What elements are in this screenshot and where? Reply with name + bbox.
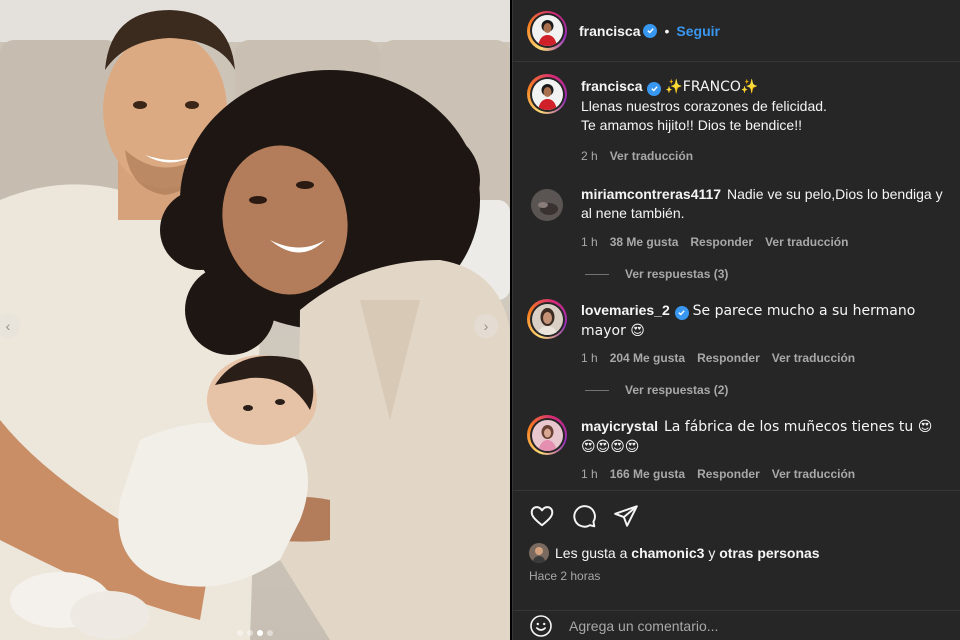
comment-input[interactable]	[569, 617, 949, 634]
add-comment-bar	[513, 610, 960, 640]
comment-item: lovemaries_2 Se parece mucho a su herman…	[513, 299, 960, 365]
caption-line: Llenas nuestros corazones de felicidad.	[581, 98, 827, 114]
translate-link[interactable]: Ver traducción	[772, 351, 855, 365]
comment-time[interactable]: 1 h	[581, 351, 598, 365]
likes-joiner: y	[708, 545, 716, 561]
likes-prefix: Les gusta a	[555, 545, 628, 561]
comment-username[interactable]: mayicrystal	[581, 418, 658, 434]
share-icon[interactable]	[613, 503, 639, 529]
emoji-icon[interactable]	[529, 614, 553, 638]
caption-line: Te amamos hijito!! Dios te bendice!!	[581, 117, 802, 133]
family-photo-illustration	[0, 0, 510, 640]
comment-likes[interactable]: 204 Me gusta	[610, 351, 685, 365]
comments-list: francisca ✨FRANCO✨ Llenas nuestros coraz…	[513, 62, 960, 490]
comment-item: mayicrystal La fábrica de los muñecos ti…	[513, 415, 960, 481]
comment-likes[interactable]: 38 Me gusta	[610, 235, 679, 249]
verified-icon	[643, 23, 658, 38]
comment-username[interactable]: miriamcontreras4117	[581, 186, 721, 202]
carousel-dot-active	[257, 630, 263, 636]
replies-divider	[585, 389, 609, 391]
comment-time[interactable]: 1 h	[581, 467, 598, 481]
view-replies-button[interactable]: Ver respuestas (3)	[585, 267, 960, 281]
view-replies-label: Ver respuestas (2)	[625, 383, 729, 397]
carousel-dot	[237, 630, 243, 636]
caption-time[interactable]: 2 h	[581, 149, 598, 163]
likes-summary: Les gusta a chamonic3 y otras personas	[529, 543, 945, 563]
post-timestamp[interactable]: Hace 2 horas	[529, 569, 945, 583]
view-replies-label: Ver respuestas (3)	[625, 267, 729, 281]
translate-link[interactable]: Ver traducción	[772, 467, 855, 481]
reply-button[interactable]: Responder	[690, 235, 753, 249]
chevron-right-icon: ›	[483, 318, 489, 334]
carousel-next-button[interactable]: ›	[474, 314, 498, 338]
view-replies-button[interactable]: Ver respuestas (2)	[585, 383, 960, 397]
heart-icon[interactable]	[529, 503, 555, 529]
verified-icon	[674, 305, 689, 320]
reply-button[interactable]: Responder	[697, 351, 760, 365]
caption: francisca ✨FRANCO✨ Llenas nuestros coraz…	[513, 74, 960, 163]
comment-username[interactable]: lovemaries_2	[581, 302, 670, 318]
comment-icon[interactable]	[571, 503, 597, 529]
translate-link[interactable]: Ver traducción	[765, 235, 848, 249]
separator-dot: •	[664, 22, 670, 39]
post-actions: Les gusta a chamonic3 y otras personas H…	[513, 490, 960, 583]
commenter-avatar[interactable]	[527, 185, 567, 225]
carousel-dot	[247, 630, 253, 636]
replies-divider	[585, 273, 609, 275]
liker-username[interactable]: chamonic3	[631, 545, 704, 561]
author-avatar[interactable]	[527, 10, 567, 51]
comment-item: miriamcontreras4117 Nadie ve su pelo,Dio…	[513, 185, 960, 249]
commenter-avatar[interactable]	[527, 415, 567, 455]
carousel-indicator	[0, 630, 510, 636]
post-header: francisca • Seguir	[513, 0, 960, 62]
other-likers-link[interactable]: otras personas	[719, 545, 819, 561]
comment-time[interactable]: 1 h	[581, 235, 598, 249]
caption-avatar[interactable]	[527, 74, 567, 114]
carousel-dot	[267, 630, 273, 636]
post-side-panel: francisca • Seguir francisca ✨FRANCO✨ Ll…	[512, 0, 960, 640]
reply-button[interactable]: Responder	[697, 467, 760, 481]
caption-username[interactable]: francisca	[581, 78, 642, 94]
verified-icon	[647, 81, 662, 96]
comment-likes[interactable]: 166 Me gusta	[610, 467, 685, 481]
author-username[interactable]: francisca	[579, 23, 640, 39]
liker-avatar[interactable]	[529, 543, 549, 563]
post-photo: ‹ ›	[0, 0, 510, 640]
chevron-left-icon: ‹	[5, 318, 11, 334]
follow-button[interactable]: Seguir	[676, 23, 720, 39]
translate-link[interactable]: Ver traducción	[610, 149, 693, 163]
caption-title: ✨FRANCO✨	[665, 79, 759, 95]
commenter-avatar[interactable]	[527, 299, 567, 339]
